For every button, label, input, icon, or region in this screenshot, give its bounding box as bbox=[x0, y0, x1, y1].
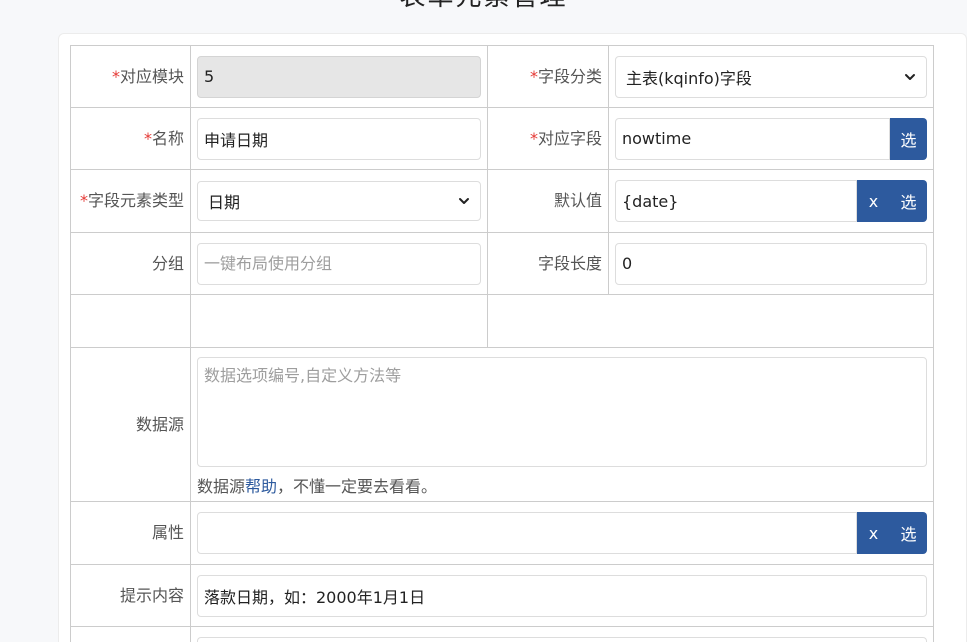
default-value-clear-button[interactable]: x bbox=[857, 180, 890, 222]
attribute-input[interactable] bbox=[197, 512, 857, 554]
datasource-help: 数据源帮助，不懂一定要去看看。 bbox=[197, 476, 438, 496]
tip-input[interactable] bbox=[197, 574, 927, 617]
datasource-cell: 数据源帮助，不懂一定要去看看。 bbox=[190, 347, 934, 502]
length-input[interactable] bbox=[615, 242, 927, 285]
category-label: *字段分类 bbox=[487, 45, 609, 108]
form-row-module: *对应模块 *字段分类 主表(kqinfo)字段 bbox=[70, 45, 934, 108]
chevron-down-icon bbox=[904, 71, 916, 83]
chevron-down-icon bbox=[458, 195, 470, 207]
form-row-datasource: 数据源 数据源帮助，不懂一定要去看看。 bbox=[70, 347, 934, 502]
field-input-group: 选 bbox=[615, 117, 927, 160]
page-title: 表单元素管理 bbox=[0, 0, 967, 12]
field-input[interactable] bbox=[615, 117, 890, 160]
element-type-select-value: 日期 bbox=[208, 193, 241, 212]
group-label: 分组 bbox=[70, 232, 191, 295]
default-value-input-group: x 选 bbox=[615, 180, 927, 222]
element-form: *对应模块 *字段分类 主表(kqinfo)字段 *名称 bbox=[70, 45, 934, 642]
group-input[interactable] bbox=[197, 242, 481, 285]
empty-cell bbox=[190, 294, 488, 348]
attribute-input-group: x 选 bbox=[197, 512, 927, 554]
name-cell bbox=[190, 107, 488, 170]
form-row-group: 分组 字段长度 bbox=[70, 232, 934, 295]
empty-cell bbox=[70, 294, 191, 348]
module-input[interactable] bbox=[197, 55, 481, 98]
form-row-name: *名称 *对应字段 选 bbox=[70, 107, 934, 170]
name-input[interactable] bbox=[197, 117, 481, 160]
category-select[interactable]: 主表(kqinfo)字段 bbox=[615, 55, 927, 98]
element-type-select[interactable]: 日期 bbox=[197, 181, 481, 221]
attribute-cell: x 选 bbox=[190, 501, 934, 565]
module-label: *对应模块 bbox=[70, 45, 191, 108]
default-value-cell: x 选 bbox=[608, 169, 934, 233]
required-mark: * bbox=[143, 128, 152, 148]
datasource-label: 数据源 bbox=[70, 347, 191, 502]
required-mark: * bbox=[79, 191, 88, 210]
length-cell bbox=[608, 232, 934, 295]
group-cell bbox=[190, 232, 488, 295]
category-cell: 主表(kqinfo)字段 bbox=[608, 45, 934, 108]
required-mark: * bbox=[111, 66, 120, 86]
length-label: 字段长度 bbox=[487, 232, 609, 295]
name-label: *名称 bbox=[70, 107, 191, 170]
next-label-cell bbox=[70, 626, 191, 642]
next-cell bbox=[190, 626, 934, 642]
default-value-select-button[interactable]: 选 bbox=[890, 180, 927, 222]
required-mark: * bbox=[529, 128, 538, 148]
datasource-help-link[interactable]: 帮助 bbox=[245, 477, 277, 496]
attribute-label: 属性 bbox=[70, 501, 191, 565]
form-row-element-type: *字段元素类型 日期 默认值 x 选 bbox=[70, 169, 934, 233]
tip-cell bbox=[190, 564, 934, 627]
datasource-textarea[interactable] bbox=[197, 356, 927, 467]
required-mark: * bbox=[529, 66, 538, 86]
element-type-label: *字段元素类型 bbox=[70, 169, 191, 233]
element-type-cell: 日期 bbox=[190, 169, 488, 233]
field-cell: 选 bbox=[608, 107, 934, 170]
next-input[interactable] bbox=[197, 637, 927, 642]
form-row-tip: 提示内容 bbox=[70, 564, 934, 627]
empty-cell bbox=[487, 294, 934, 348]
field-label: *对应字段 bbox=[487, 107, 609, 170]
form-row-attribute: 属性 x 选 bbox=[70, 501, 934, 565]
default-value-input[interactable] bbox=[615, 180, 857, 222]
form-row-next bbox=[70, 626, 934, 642]
tip-label: 提示内容 bbox=[70, 564, 191, 627]
attribute-clear-button[interactable]: x bbox=[857, 512, 890, 554]
category-select-value: 主表(kqinfo)字段 bbox=[626, 68, 752, 88]
field-select-button[interactable]: 选 bbox=[890, 117, 927, 160]
module-cell bbox=[190, 45, 488, 108]
default-value-label: 默认值 bbox=[487, 169, 609, 233]
attribute-select-button[interactable]: 选 bbox=[890, 512, 927, 554]
page: 表单元素管理 *对应模块 *字段分类 主表(kqinfo)字段 bbox=[0, 0, 967, 642]
form-row-empty bbox=[70, 294, 934, 348]
